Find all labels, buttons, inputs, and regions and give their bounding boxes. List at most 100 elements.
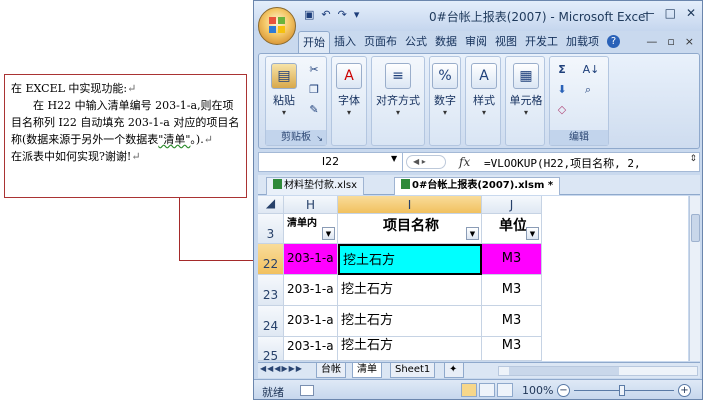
redo-icon[interactable]: ↷ [338, 8, 347, 22]
horizontal-scroll-thumb[interactable] [509, 367, 619, 375]
tab-add-ins[interactable]: 加载项 [562, 31, 603, 53]
alignment-button[interactable]: ≡ 对齐方式 ▾ [373, 63, 423, 117]
vertical-scrollbar[interactable] [689, 196, 700, 361]
horizontal-scrollbar[interactable] [498, 366, 698, 376]
tab-home[interactable]: 开始 [298, 31, 330, 53]
copy-icon[interactable]: ❐ [306, 83, 322, 97]
chevron-down-icon: ▾ [395, 108, 400, 117]
paste-button[interactable]: ▤ 粘贴 ▾ [270, 63, 298, 117]
page-layout-view-icon[interactable] [479, 383, 495, 397]
workbook-restore-button[interactable]: ▫ [667, 35, 674, 48]
number-button[interactable]: % 数字 ▾ [432, 63, 458, 117]
workbook-tab-2[interactable]: 0#台帐上报表(2007).xlsm * [394, 177, 561, 195]
tab-data[interactable]: 数据 [431, 31, 461, 53]
font-button[interactable]: A 字体 ▾ [335, 63, 363, 117]
sort-filter-icon[interactable]: A↓ [580, 63, 602, 77]
autosum-icon[interactable]: Σ [554, 63, 570, 77]
table-cell[interactable]: 203-1-a [284, 337, 338, 361]
tab-page-layout[interactable]: 页面布 [360, 31, 401, 53]
name-box[interactable]: I22 [259, 153, 403, 171]
table-cell[interactable]: 挖土石方 [338, 337, 482, 361]
formula-input[interactable]: =VLOOKUP(H22,项目名称, 2, [484, 155, 641, 171]
status-bar: 就绪 100% − + [254, 379, 702, 399]
workbook-tab-1[interactable]: 材料垫付款.xlsx [266, 177, 365, 195]
zoom-in-icon[interactable]: + [678, 384, 691, 397]
tab-insert[interactable]: 插入 [330, 31, 360, 53]
cells-button[interactable]: ▦ 单元格 ▾ [508, 63, 544, 117]
sheet-nav-arrows-icon[interactable]: ◀◀◀▶▶▶ [260, 364, 303, 373]
table-header-cell[interactable]: 项目名称 ▼ [338, 214, 482, 244]
table-cell[interactable]: M3 [482, 244, 542, 275]
save-icon[interactable]: ▣ [304, 8, 314, 22]
row-header[interactable]: 23 [258, 275, 284, 306]
table-cell-active[interactable]: 挖土石方 [338, 244, 482, 275]
table-cell[interactable]: 203-1-a [284, 275, 338, 306]
find-select-icon[interactable]: ⌕ [580, 83, 596, 97]
table-cell[interactable]: 203-1-a [284, 306, 338, 337]
undo-icon[interactable]: ↶ [321, 8, 330, 22]
header-text: 清单内 [287, 218, 317, 229]
table-cell[interactable]: 挖土石方 [338, 275, 482, 306]
column-header-j[interactable]: J [482, 196, 542, 214]
table-cell[interactable]: 挖土石方 [338, 306, 482, 337]
tab-review[interactable]: 审阅 [461, 31, 491, 53]
format-painter-icon[interactable]: ✎ [306, 103, 322, 117]
sheet-tab-sheet1[interactable]: Sheet1 [390, 363, 436, 378]
table-cell[interactable]: M3 [482, 306, 542, 337]
expand-formula-bar-icon[interactable]: ⇕ [689, 154, 697, 164]
row-header[interactable]: 22 [258, 244, 284, 275]
select-all-corner[interactable]: ◢ [258, 196, 284, 214]
row-header[interactable]: 24 [258, 306, 284, 337]
table-header-cell[interactable]: 单位 ▼ [482, 214, 542, 244]
tab-developer[interactable]: 开发工 [521, 31, 562, 53]
chevron-down-icon[interactable]: ▼ [391, 154, 397, 163]
tab-view[interactable]: 视图 [491, 31, 521, 53]
formula-cancel-enter[interactable]: ◀ ▸ [406, 155, 446, 169]
pilcrow-icon: ↵ [131, 150, 141, 163]
percent-icon: % [432, 63, 458, 89]
table-header-cell[interactable]: 清单内 ▼ [284, 214, 338, 244]
fill-icon[interactable]: ⬇ [554, 83, 570, 97]
clear-icon[interactable]: ◇ [554, 103, 570, 117]
number-group: % 数字 ▾ [429, 56, 461, 146]
filter-dropdown-icon[interactable]: ▼ [466, 227, 479, 240]
tab-formulas[interactable]: 公式 [401, 31, 431, 53]
ribbon-tabs: 开始 插入 页面布 公式 数据 审阅 视图 开发工 加载项 ? [298, 31, 620, 53]
zoom-out-icon[interactable]: − [557, 384, 570, 397]
clipboard-group: ▤ 粘贴 ▾ ✂ ❐ ✎ 剪贴板 ↘ [265, 56, 327, 146]
qat-customize-icon[interactable]: ▾ [354, 8, 360, 22]
table-cell[interactable]: M3 [482, 337, 542, 361]
dialog-launcher-icon[interactable]: ↘ [316, 134, 323, 143]
vertical-scroll-thumb[interactable] [691, 214, 700, 242]
zoom-level[interactable]: 100% [522, 384, 553, 397]
workbook-close-button[interactable]: × [685, 35, 694, 48]
page-break-view-icon[interactable] [497, 383, 513, 397]
table-cell[interactable]: 203-1-a [284, 244, 338, 275]
chevron-down-icon: ▾ [523, 108, 528, 117]
styles-label: 样式 [473, 94, 495, 107]
workbook-minimize-button[interactable]: — [646, 35, 657, 48]
insert-function-icon[interactable]: fx [459, 155, 470, 169]
help-icon[interactable]: ? [607, 35, 620, 48]
column-header-h[interactable]: H [284, 196, 338, 214]
insert-sheet-icon[interactable]: ✦ [444, 363, 464, 378]
styles-button[interactable]: A 样式 ▾ [470, 63, 498, 117]
cut-icon[interactable]: ✂ [306, 63, 322, 77]
zoom-slider-thumb[interactable] [619, 385, 625, 396]
excel-file-icon [273, 179, 282, 189]
minimize-button[interactable]: — [643, 6, 655, 20]
sheet-tab-bill[interactable]: 清单 [352, 363, 382, 378]
macro-record-icon[interactable] [300, 385, 314, 396]
row-header[interactable]: 3 [258, 214, 284, 244]
table-cell[interactable]: M3 [482, 275, 542, 306]
office-button[interactable] [258, 7, 296, 45]
filter-dropdown-icon[interactable]: ▼ [526, 227, 539, 240]
filter-dropdown-icon[interactable]: ▼ [322, 227, 335, 240]
close-button[interactable]: ✕ [686, 6, 696, 20]
normal-view-icon[interactable] [461, 383, 477, 397]
sheet-tab-ledger[interactable]: 台帐 [316, 363, 346, 378]
maximize-button[interactable]: □ [665, 6, 676, 20]
editing-group: Σ A↓ ⬇ ⌕ ◇ 编辑 [549, 56, 609, 146]
row-header[interactable]: 25 [258, 337, 284, 361]
column-header-i[interactable]: I [338, 196, 482, 214]
